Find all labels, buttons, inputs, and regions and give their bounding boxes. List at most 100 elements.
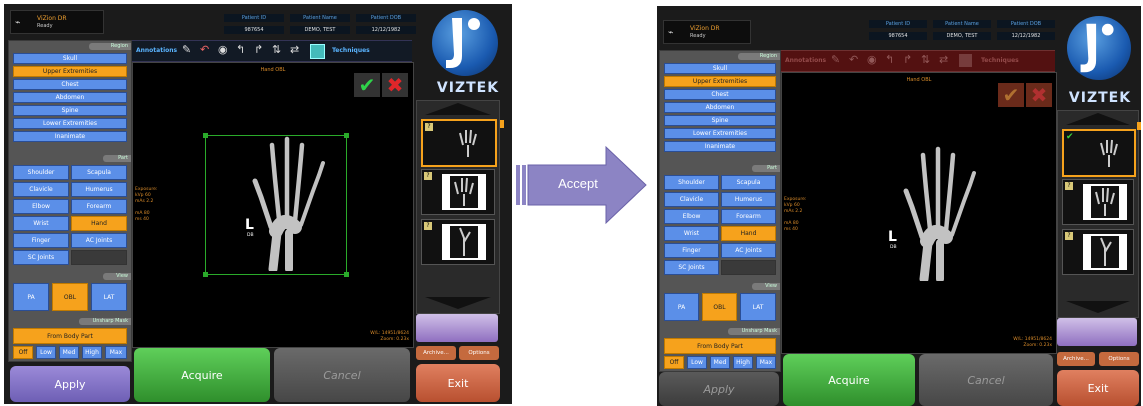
mouse-icon[interactable]: ◉ bbox=[218, 43, 228, 57]
scroll-up-arrow-icon[interactable] bbox=[1058, 111, 1138, 127]
part-sc-joints[interactable]: SC Joints bbox=[664, 260, 719, 275]
unsharp-low[interactable]: Low bbox=[687, 356, 707, 369]
part-ac-joints[interactable]: AC Joints bbox=[721, 243, 776, 258]
thumbnail-hand-lat[interactable]: ? bbox=[1062, 229, 1134, 275]
options-button[interactable]: Options bbox=[459, 346, 499, 360]
hand-xray-image bbox=[903, 146, 976, 281]
view-lat[interactable]: LAT bbox=[91, 283, 127, 311]
swap-icon[interactable]: ⇄ bbox=[290, 43, 299, 57]
region-chest[interactable]: Chest bbox=[664, 89, 776, 100]
unsharp-med[interactable]: Med bbox=[710, 356, 730, 369]
thumbnail-hand-lat[interactable]: ? bbox=[421, 219, 495, 265]
crop-handle[interactable] bbox=[344, 133, 349, 138]
thumbnail-hand-pa[interactable]: ? bbox=[1062, 179, 1134, 225]
view-lat[interactable]: LAT bbox=[740, 293, 776, 321]
part-wrist[interactable]: Wrist bbox=[664, 226, 719, 241]
exit-button[interactable]: Exit bbox=[416, 364, 500, 402]
annotate-icon[interactable]: ✎ bbox=[182, 43, 191, 57]
detector-icon: ⌁ bbox=[668, 28, 674, 38]
apply-button[interactable]: Apply bbox=[10, 366, 130, 402]
part-clavicle[interactable]: Clavicle bbox=[13, 182, 69, 197]
app-status: Ready bbox=[690, 33, 706, 39]
scroll-down-arrow-icon[interactable] bbox=[1058, 299, 1138, 315]
region-inanimate[interactable]: Inanimate bbox=[664, 141, 776, 152]
patient-info: Patient ID Patient Name Patient DOB 9876… bbox=[224, 14, 416, 38]
acquire-button[interactable]: Acquire bbox=[783, 354, 915, 406]
crop-icon[interactable] bbox=[310, 44, 325, 59]
unsharp-low[interactable]: Low bbox=[36, 346, 56, 359]
region-upper-extremities[interactable]: Upper Extremities bbox=[664, 76, 776, 87]
part-shoulder[interactable]: Shoulder bbox=[664, 175, 719, 190]
accept-check-button[interactable]: ✔ bbox=[354, 73, 380, 97]
region-abdomen[interactable]: Abdomen bbox=[13, 92, 127, 103]
region-lower-extremities[interactable]: Lower Extremities bbox=[664, 128, 776, 139]
view-obl[interactable]: OBL bbox=[52, 283, 88, 311]
cancel-button[interactable]: Cancel bbox=[274, 348, 410, 402]
unsharp-med[interactable]: Med bbox=[59, 346, 79, 359]
view-pa[interactable]: PA bbox=[13, 283, 49, 311]
part-scapula[interactable]: Scapula bbox=[71, 165, 127, 180]
view-pa[interactable]: PA bbox=[664, 293, 699, 321]
region-spine[interactable]: Spine bbox=[664, 115, 776, 126]
part-shoulder[interactable]: Shoulder bbox=[13, 165, 69, 180]
crop-handle[interactable] bbox=[203, 133, 208, 138]
unsharp-max[interactable]: Max bbox=[756, 356, 776, 369]
part-sc-joints[interactable]: SC Joints bbox=[13, 250, 69, 265]
flip-icon[interactable]: ⇅ bbox=[272, 43, 281, 57]
region-inanimate[interactable]: Inanimate bbox=[13, 131, 127, 142]
part-finger[interactable]: Finger bbox=[13, 233, 69, 248]
part-forearm[interactable]: Forearm bbox=[721, 209, 776, 224]
scroll-up-arrow-icon[interactable] bbox=[417, 101, 499, 117]
unsharp-high[interactable]: High bbox=[733, 356, 753, 369]
part-forearm[interactable]: Forearm bbox=[71, 199, 127, 214]
part-wrist[interactable]: Wrist bbox=[13, 216, 69, 231]
unsharp-mode-button[interactable]: From Body Part bbox=[664, 338, 776, 354]
part-humerus[interactable]: Humerus bbox=[721, 192, 776, 207]
part-hand[interactable]: Hand bbox=[71, 216, 127, 231]
unsharp-off[interactable]: Off bbox=[13, 346, 33, 359]
lead-marker-sub: DB bbox=[247, 233, 254, 238]
region-chest[interactable]: Chest bbox=[13, 79, 127, 90]
unsharp-mode-button[interactable]: From Body Part bbox=[13, 328, 127, 344]
acquire-button[interactable]: Acquire bbox=[134, 348, 270, 402]
rotate-right-icon[interactable]: ↱ bbox=[254, 43, 263, 57]
thumbnail-hand-obl[interactable]: ? bbox=[421, 119, 497, 167]
undo-icon[interactable]: ↶ bbox=[200, 43, 209, 57]
part-clavicle[interactable]: Clavicle bbox=[664, 192, 719, 207]
part-elbow[interactable]: Elbow bbox=[664, 209, 719, 224]
part-hand[interactable]: Hand bbox=[721, 226, 776, 241]
archive-button[interactable]: Archive... bbox=[1057, 352, 1095, 366]
view-obl[interactable]: OBL bbox=[702, 293, 737, 321]
crop-handle[interactable] bbox=[203, 272, 208, 277]
part-finger[interactable]: Finger bbox=[664, 243, 719, 258]
reject-x-button[interactable]: ✖ bbox=[382, 73, 408, 97]
region-skull[interactable]: Skull bbox=[664, 63, 776, 74]
thumbnail-hand-obl[interactable]: ✔ bbox=[1062, 129, 1136, 177]
scroll-down-arrow-icon[interactable] bbox=[417, 295, 499, 311]
part-ac-joints[interactable]: AC Joints bbox=[71, 233, 127, 248]
view-header: View bbox=[752, 283, 780, 290]
options-button[interactable]: Options bbox=[1099, 352, 1139, 366]
unsharp-max[interactable]: Max bbox=[105, 346, 127, 359]
thumbnail-preview bbox=[442, 174, 486, 210]
region-upper-extremities[interactable]: Upper Extremities bbox=[13, 66, 127, 77]
image-viewer[interactable]: Hand OBL ✔ ✖ Exposure: kVp 60 mAs 2.2 mA… bbox=[781, 72, 1057, 354]
pending-icon: ? bbox=[1065, 232, 1073, 240]
thumbnail-hand-pa[interactable]: ? bbox=[421, 169, 495, 215]
region-skull[interactable]: Skull bbox=[13, 53, 127, 64]
thumbnail-scroll-indicator bbox=[1137, 122, 1141, 130]
unsharp-high[interactable]: High bbox=[82, 346, 102, 359]
image-viewer[interactable]: Hand OBL ✔ ✖ Exposure: kVp 60 mAs 2.2 mA… bbox=[132, 62, 414, 348]
archive-button[interactable]: Archive... bbox=[416, 346, 456, 360]
part-elbow[interactable]: Elbow bbox=[13, 199, 69, 214]
part-humerus[interactable]: Humerus bbox=[71, 182, 127, 197]
cancel-button[interactable]: Cancel bbox=[919, 354, 1053, 406]
region-lower-extremities[interactable]: Lower Extremities bbox=[13, 118, 127, 129]
unsharp-off[interactable]: Off bbox=[664, 356, 684, 369]
region-abdomen[interactable]: Abdomen bbox=[664, 102, 776, 113]
rotate-left-icon[interactable]: ↰ bbox=[236, 43, 245, 57]
part-scapula[interactable]: Scapula bbox=[721, 175, 776, 190]
exit-button[interactable]: Exit bbox=[1057, 370, 1139, 406]
crop-handle[interactable] bbox=[344, 272, 349, 277]
region-spine[interactable]: Spine bbox=[13, 105, 127, 116]
